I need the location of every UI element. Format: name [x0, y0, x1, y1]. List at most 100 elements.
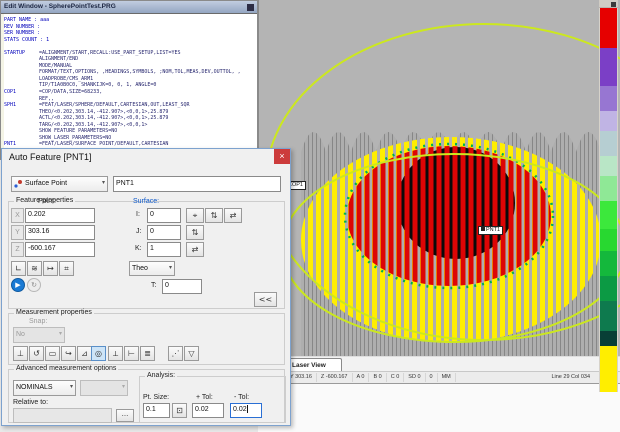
filter-icon[interactable]: ▽ — [184, 346, 199, 361]
j-label: J: — [136, 228, 141, 235]
x-field[interactable]: 0.202 — [25, 208, 95, 223]
chart-icon[interactable]: ⊿ — [77, 346, 92, 361]
collapse-button[interactable]: << — [254, 292, 277, 307]
application-window: COP1 PNT1 w Laser View X 0.202Y 303.16 Z … — [0, 0, 620, 432]
pnt-label[interactable]: PNT1 — [478, 226, 503, 235]
status-cell: Z -600.167 — [317, 373, 353, 382]
snap-select: No▾ — [13, 327, 65, 343]
align-axes-icon[interactable]: ∟ — [11, 261, 26, 276]
code-line[interactable]: PNT1=FEAT/LASER/SURFACE POINT/DEFAULT,CA… — [4, 141, 257, 148]
colorbar-band — [600, 156, 617, 176]
plus-tol-label: + Tol: — [196, 394, 213, 401]
clamp-icon[interactable]: ⊥ — [13, 346, 28, 361]
pt-size-icon[interactable]: ⊡ — [172, 403, 187, 418]
colorbar-band — [600, 346, 617, 392]
reread-button[interactable]: ↻ — [27, 278, 41, 292]
undo-icon[interactable]: ↺ — [29, 346, 44, 361]
colorbar-band — [600, 276, 617, 301]
grid-icon[interactable]: ⌗ — [59, 261, 74, 276]
nominals-select[interactable]: NOMINALS▾ — [13, 380, 76, 396]
feature-type-select[interactable]: Surface Point▾ — [11, 176, 108, 192]
flip-vector-icon[interactable]: ⇅ — [186, 225, 204, 240]
k-label: K: — [135, 245, 142, 252]
deviation-colorbar[interactable] — [599, 0, 618, 392]
theo-select[interactable]: Theo▾ — [129, 261, 175, 276]
y-field[interactable]: 303.16 — [25, 225, 95, 240]
colorbar-band — [600, 131, 617, 156]
chevron-down-icon: ▾ — [59, 328, 62, 341]
scan-lines-icon[interactable]: ≋ — [27, 261, 42, 276]
i-label: I: — [136, 211, 140, 218]
edit-window-title: Edit Window - SpherePointTest.PRG — [4, 3, 116, 10]
colorbar-header — [599, 0, 618, 8]
status-cell: SD 0 — [404, 373, 425, 382]
flip-vector-icon[interactable]: ⇅ — [205, 208, 223, 223]
dialog-titlebar[interactable]: Auto Feature [PNT1] × — [2, 149, 290, 165]
colorbar-band — [600, 176, 617, 201]
t-label: T: — [151, 282, 156, 289]
dialog-title: Auto Feature [PNT1] — [9, 152, 92, 162]
colorbar-band — [600, 251, 617, 276]
z-axis-button[interactable]: Z — [11, 242, 24, 257]
browse-button[interactable]: ... — [116, 409, 134, 422]
graphics-view[interactable]: COP1 PNT1 — [258, 0, 620, 356]
close-icon[interactable]: × — [274, 149, 290, 164]
execute-button[interactable]: ▶ — [11, 278, 25, 292]
x-axis-button[interactable]: X — [11, 208, 24, 223]
level-icon[interactable]: ⟂ — [108, 346, 123, 361]
minus-tol-field[interactable]: 0.02 — [230, 403, 262, 418]
surface-label[interactable]: Surface: — [133, 198, 159, 205]
chevron-down-icon: ▾ — [102, 177, 105, 190]
point-marker-icon — [481, 227, 485, 231]
k-field[interactable]: 1 — [147, 242, 181, 257]
redo-curve-icon[interactable]: ↪ — [61, 346, 76, 361]
status-cell: 0 — [426, 373, 438, 382]
edit-window-code[interactable]: PART NAME : aaa REV NUMBER : SER NUMBER … — [1, 13, 257, 159]
relative-to-label: Relative to: — [13, 399, 48, 406]
histogram-icon[interactable]: ≣ — [140, 346, 155, 361]
red-deviation-region — [347, 146, 551, 286]
y-axis-button[interactable]: Y — [11, 225, 24, 240]
pt-size-field[interactable]: 0.1 — [143, 403, 170, 418]
i-field[interactable]: 0 — [147, 208, 181, 223]
status-cell: A 0 — [353, 373, 370, 382]
swap-vector-icon[interactable]: ⇄ — [186, 242, 204, 257]
edit-window-titlebar[interactable]: Edit Window - SpherePointTest.PRG — [1, 1, 257, 13]
plus-tol-field[interactable]: 0.02 — [192, 403, 224, 418]
z-field[interactable]: -600.167 — [25, 242, 95, 257]
point-label: Point: — [38, 198, 56, 205]
minus-tol-label: - Tol: — [234, 394, 249, 401]
feature-name-field[interactable]: PNT1 — [113, 176, 281, 192]
colorbar-band — [600, 111, 617, 131]
swap-vector-icon[interactable]: ⇄ — [224, 208, 242, 223]
view-tab-row: w Laser View — [258, 356, 620, 371]
offset-arrow-icon[interactable]: ↦ — [43, 261, 58, 276]
status-bar: X 0.202Y 303.16Z -600.167A 0B 0C 0SD 00M… — [258, 371, 620, 383]
region-icon[interactable]: ▭ — [45, 346, 60, 361]
pt-size-label: Pt. Size: — [143, 394, 169, 401]
path-points-icon[interactable]: ⋰ — [168, 346, 183, 361]
colorbar-band — [600, 86, 617, 111]
insert-icon[interactable]: ⊢ — [124, 346, 139, 361]
status-cell: Line 29 Col 034 — [547, 373, 594, 382]
t-field[interactable]: 0 — [162, 279, 202, 294]
scan-scene — [259, 0, 620, 356]
chevron-down-icon: ▾ — [169, 262, 172, 275]
colorbar-close-icon[interactable] — [611, 2, 616, 7]
lower-pane — [258, 383, 620, 432]
j-field[interactable]: 0 — [147, 225, 181, 240]
colorbar-band — [600, 301, 617, 331]
colorbar-band — [600, 48, 617, 86]
edit-window: Edit Window - SpherePointTest.PRG PART N… — [0, 0, 258, 160]
chevron-down-icon: ▾ — [70, 381, 73, 394]
window-menu-icon[interactable] — [247, 4, 254, 11]
status-cell: B 0 — [369, 373, 386, 382]
group-label: Advanced measurement options — [14, 365, 118, 372]
text-cursor — [247, 405, 248, 413]
surface-point-icon — [13, 179, 23, 189]
relative-to-field — [13, 408, 112, 423]
nominals-mode-select: ▾ — [80, 380, 128, 396]
target-icon[interactable]: ◎ — [91, 346, 106, 361]
probe-touch-icon[interactable]: ⌖ — [186, 208, 204, 223]
status-cell: MM — [438, 373, 456, 382]
